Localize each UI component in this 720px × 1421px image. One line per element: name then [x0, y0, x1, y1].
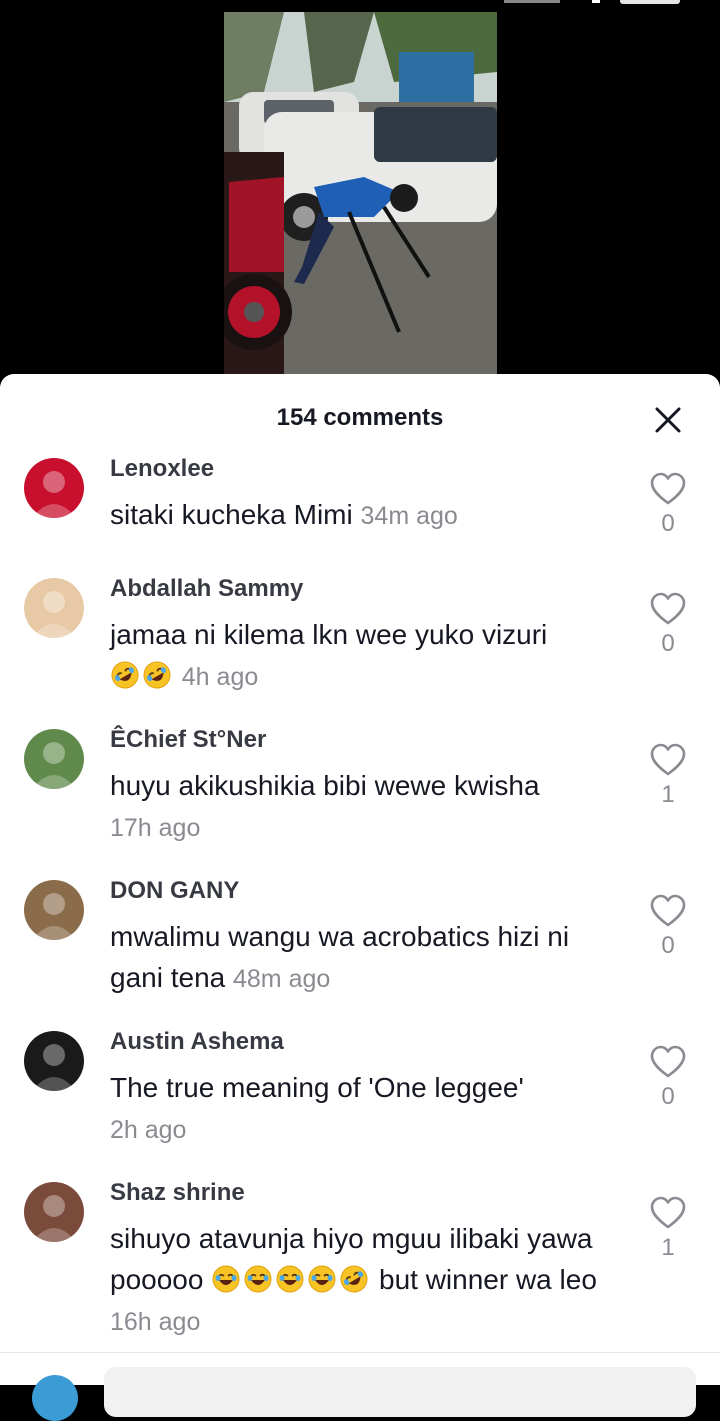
comment-text: jamaa ni kilema lkn wee yuko vizuri 4h a… [110, 614, 610, 698]
like-count: 0 [661, 510, 675, 537]
comment-body: sitaki kucheka Mimi [110, 499, 353, 530]
comment-count: 154 comments [276, 404, 444, 431]
comment-timestamp: 48m ago [233, 965, 331, 993]
comment-username[interactable]: DON GANY [110, 876, 610, 906]
heart-icon [650, 1045, 686, 1079]
comment-item[interactable]: DON GANY mwalimu wangu wa acrobatics hizi… [0, 876, 720, 1000]
comment-text: huyu akikushikia bibi wewe kwisha 17h ag… [110, 765, 610, 849]
close-button[interactable] [654, 406, 682, 434]
battery-icon [620, 0, 680, 4]
joy-emoji [212, 1265, 240, 1293]
heart-icon [650, 472, 686, 506]
comment-item[interactable]: ÊChief St°Ner huyu akikushikia bibi wewe … [0, 725, 720, 849]
like-button[interactable]: 1 [650, 743, 686, 809]
avatar[interactable] [24, 458, 84, 518]
joy-emoji [308, 1265, 336, 1293]
comment-item[interactable]: Shaz shrine sihuyo atavunja hiyo mguu ili… [0, 1178, 720, 1343]
close-icon [655, 407, 681, 433]
like-button[interactable]: 0 [650, 1045, 686, 1111]
comment-item[interactable]: Austin Ashema The true meaning of 'One le… [0, 1027, 720, 1151]
sheet-header: 154 comments [0, 374, 720, 464]
rofl-emoji [340, 1265, 368, 1293]
rofl-emoji [143, 661, 171, 689]
comment-body: mwalimu wangu wa acrobatics hizi ni gani… [110, 921, 570, 993]
comment-timestamp: 17h ago [110, 814, 201, 842]
rofl-emoji [111, 661, 139, 689]
heart-icon [650, 743, 686, 777]
status-dot [592, 0, 600, 3]
avatar[interactable] [24, 880, 84, 940]
heart-icon [650, 1196, 686, 1230]
heart-icon [650, 592, 686, 626]
like-count: 1 [661, 1234, 675, 1261]
like-button[interactable]: 0 [650, 592, 686, 658]
comment-timestamp: 2h ago [110, 1116, 187, 1144]
like-count: 0 [661, 630, 675, 657]
comment-input[interactable] [104, 1367, 696, 1417]
status-signal [504, 0, 560, 3]
video-player[interactable] [0, 0, 720, 390]
comment-username[interactable]: Shaz shrine [110, 1178, 610, 1208]
comment-username[interactable]: ÊChief St°Ner [110, 725, 610, 755]
comments-sheet: 154 comments Lenoxlee sitaki kucheka Mimi… [0, 374, 720, 1384]
like-count: 0 [661, 932, 675, 959]
comment-body: but winner wa leo [379, 1264, 597, 1295]
comment-input-bar [0, 1352, 720, 1421]
joy-emoji [276, 1265, 304, 1293]
avatar[interactable] [24, 1031, 84, 1091]
like-count: 1 [661, 781, 675, 808]
comment-timestamp: 4h ago [181, 663, 259, 691]
like-count: 0 [661, 1083, 675, 1110]
comment-text: mwalimu wangu wa acrobatics hizi ni gani… [110, 916, 610, 1000]
avatar[interactable] [24, 1182, 84, 1242]
comment-username[interactable]: Lenoxlee [110, 454, 610, 484]
comment-text: sitaki kucheka Mimi 34m ago [110, 494, 610, 537]
like-button[interactable]: 0 [650, 472, 686, 538]
like-button[interactable]: 1 [650, 1196, 686, 1262]
comment-body: The true meaning of 'One leggee' [110, 1072, 524, 1103]
heart-icon [650, 894, 686, 928]
comment-username[interactable]: Abdallah Sammy [110, 574, 610, 604]
avatar[interactable] [24, 729, 84, 789]
comment-text: The true meaning of 'One leggee' 2h ago [110, 1067, 610, 1151]
comment-text: sihuyo atavunja hiyo mguu ilibaki yawa p… [110, 1218, 610, 1343]
avatar[interactable] [24, 578, 84, 638]
comment-body: jamaa ni kilema lkn wee yuko vizuri [110, 619, 548, 650]
comment-body: huyu akikushikia bibi wewe kwisha [110, 770, 540, 801]
comment-item[interactable]: Abdallah Sammy jamaa ni kilema lkn wee yu… [0, 574, 720, 698]
comment-username[interactable]: Austin Ashema [110, 1027, 610, 1057]
comment-timestamp: 16h ago [110, 1308, 201, 1336]
video-thumbnail [224, 12, 497, 374]
avatar [32, 1375, 78, 1421]
comment-timestamp: 34m ago [360, 502, 458, 530]
comment-item[interactable]: Lenoxlee sitaki kucheka Mimi 34m ago 0 [0, 454, 720, 537]
video-frame[interactable] [224, 12, 497, 374]
like-button[interactable]: 0 [650, 894, 686, 960]
joy-emoji [244, 1265, 272, 1293]
